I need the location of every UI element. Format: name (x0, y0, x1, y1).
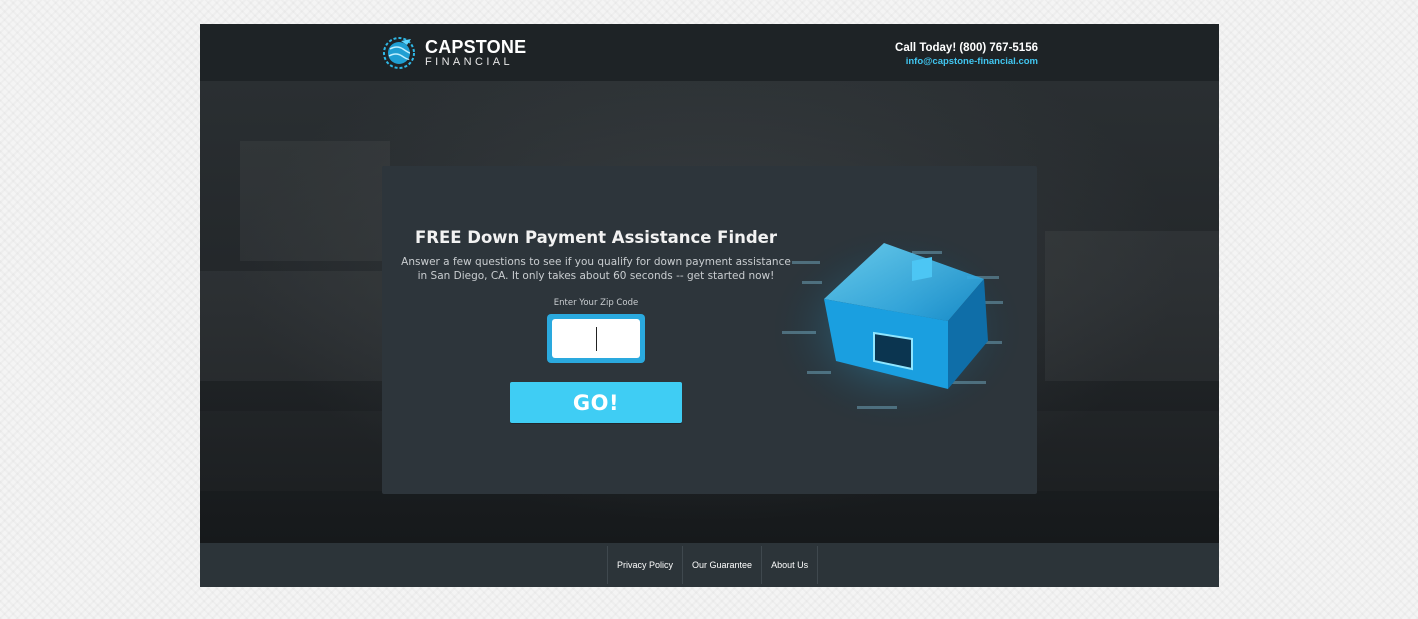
hero-background: FREE Down Payment Assistance Finder Answ… (200, 81, 1219, 543)
finder-form: FREE Down Payment Assistance Finder Answ… (396, 226, 796, 423)
text-caret (596, 327, 597, 351)
card-title: FREE Down Payment Assistance Finder (414, 228, 777, 247)
logo-name: CAPSTONE (425, 37, 527, 57)
footer-nav: Privacy Policy Our Guarantee About Us (607, 546, 819, 584)
globe-logo-icon (383, 37, 415, 69)
card-description-line: in San Diego, CA. It only takes about 60… (417, 270, 775, 282)
contact-info: Call Today! (800) 767-5156 info@capstone… (895, 41, 1038, 68)
card-description: Answer a few questions to see if you qua… (396, 255, 796, 283)
capstone-logo[interactable]: CAPSTONE FINANCIAL (381, 36, 526, 70)
finder-card: FREE Down Payment Assistance Finder Answ… (382, 166, 1037, 494)
background-building (1045, 231, 1219, 381)
background-building (200, 271, 390, 381)
phone-number[interactable]: Call Today! (800) 767-5156 (895, 41, 1038, 56)
background-building (240, 141, 390, 261)
footer-link-privacy-policy[interactable]: Privacy Policy (608, 546, 684, 584)
site-footer: Privacy Policy Our Guarantee About Us (200, 543, 1219, 587)
site-header: CAPSTONE FINANCIAL Call Today! (800) 767… (200, 24, 1219, 81)
go-button[interactable]: GO! (510, 382, 682, 423)
footer-link-about-us[interactable]: About Us (762, 546, 819, 584)
logo-subtitle: FINANCIAL (425, 56, 514, 68)
email-link[interactable]: info@capstone-financial.com (895, 56, 1038, 68)
zip-label: Enter Your Zip Code (553, 298, 639, 308)
digital-house-icon (772, 229, 1022, 429)
card-description-line: Answer a few questions to see if you qua… (401, 256, 791, 268)
footer-link-our-guarantee[interactable]: Our Guarantee (683, 546, 763, 584)
landing-page: CAPSTONE FINANCIAL Call Today! (800) 767… (200, 24, 1219, 587)
zip-field-frame (547, 314, 645, 363)
